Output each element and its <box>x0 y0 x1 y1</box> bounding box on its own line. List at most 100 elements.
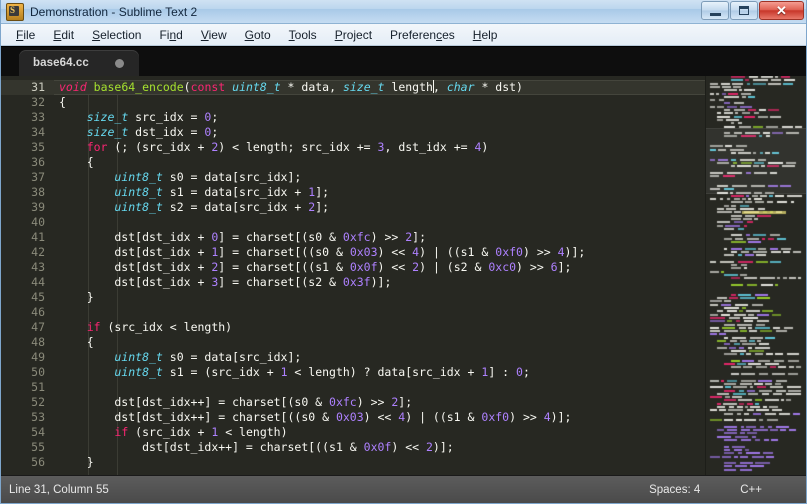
menu-item-project[interactable]: Project <box>326 26 381 44</box>
code-token: 0x3f <box>343 275 371 289</box>
code-line[interactable]: size_t src_idx = 0; <box>54 110 705 125</box>
line-number: 36 <box>1 155 54 170</box>
line-number: 39 <box>1 200 54 215</box>
code-token: s1 = (src_idx + <box>163 365 281 379</box>
code-token: uint8_t <box>114 350 162 364</box>
tab-base64-cc[interactable]: base64.cc <box>19 50 139 76</box>
code-token: { <box>59 155 94 169</box>
code-token <box>59 125 87 139</box>
code-line[interactable]: size_t dst_idx = 0; <box>54 125 705 140</box>
line-number: 44 <box>1 275 54 290</box>
menu-item-selection[interactable]: Selection <box>83 26 150 44</box>
code-token: } <box>59 290 94 304</box>
code-token: s2 = data[src_idx + <box>163 200 308 214</box>
line-number: 53 <box>1 410 54 425</box>
menu-item-help[interactable]: Help <box>464 26 507 44</box>
code-line[interactable]: dst[dst_idx++] = charset[((s1 & 0x0f) <<… <box>54 440 705 455</box>
code-line[interactable]: dst[dst_idx++] = charset[((s0 & 0x03) <<… <box>54 410 705 425</box>
code-line[interactable]: } <box>54 455 705 470</box>
line-number: 54 <box>1 425 54 440</box>
code-token: uint8_t <box>114 185 162 199</box>
code-token <box>87 80 94 94</box>
minimize-button[interactable] <box>701 1 729 20</box>
line-number: 35 <box>1 140 54 155</box>
code-token <box>59 365 114 379</box>
line-number: 55 <box>1 440 54 455</box>
minimize-icon <box>710 10 721 16</box>
code-line[interactable]: dst[dst_idx + 0] = charset[(s0 & 0xfc) >… <box>54 230 705 245</box>
code-token: s0 = data[src_idx]; <box>163 170 301 184</box>
menu-item-file[interactable]: File <box>7 26 44 44</box>
code-line[interactable]: if (src_idx + 1 < length) <box>54 425 705 440</box>
line-number: 51 <box>1 380 54 395</box>
code-line[interactable] <box>54 380 705 395</box>
code-line[interactable]: uint8_t s0 = data[src_idx]; <box>54 350 705 365</box>
code-line[interactable]: { <box>54 335 705 350</box>
code-token: ] = charset[((s1 & <box>218 260 350 274</box>
code-token: size_t <box>87 110 129 124</box>
code-token: s0 = data[src_idx]; <box>163 350 301 364</box>
code-line[interactable]: uint8_t s0 = data[src_idx]; <box>54 170 705 185</box>
code-token: dst[dst_idx++] = charset[((s1 & <box>59 440 364 454</box>
code-token: ]; <box>558 260 572 274</box>
code-token: ] = charset[(s0 & <box>218 230 343 244</box>
code-line[interactable]: } <box>54 290 705 305</box>
code-token: )]; <box>371 275 392 289</box>
code-line[interactable]: dst[dst_idx + 3] = charset[(s2 & 0x3f)]; <box>54 275 705 290</box>
code-line[interactable]: { <box>54 155 705 170</box>
code-token: 0x03 <box>350 245 378 259</box>
menu-item-edit[interactable]: Edit <box>44 26 83 44</box>
code-token: if <box>87 320 101 334</box>
code-view[interactable]: void base64_encode(const uint8_t * data,… <box>54 76 705 475</box>
line-number: 46 <box>1 305 54 320</box>
line-number: 41 <box>1 230 54 245</box>
code-token: { <box>59 95 66 109</box>
code-line[interactable]: for (; (src_idx + 2) < length; src_idx +… <box>54 140 705 155</box>
line-number-gutter: 3132333435363738394041424344454647484950… <box>1 76 54 475</box>
code-line[interactable]: { <box>54 95 705 110</box>
code-line[interactable] <box>54 215 705 230</box>
indentation-status[interactable]: Spaces: 4 <box>629 484 720 496</box>
code-token: 4 <box>544 410 551 424</box>
code-token: ; <box>211 110 218 124</box>
code-line[interactable]: dst[dst_idx + 1] = charset[((s0 & 0x03) … <box>54 245 705 260</box>
code-token: 4 <box>558 245 565 259</box>
line-number: 33 <box>1 110 54 125</box>
code-line[interactable]: void base64_encode(const uint8_t * data,… <box>54 80 705 95</box>
language-status[interactable]: C++ <box>720 484 806 496</box>
code-line[interactable]: uint8_t s1 = data[src_idx + 1]; <box>54 185 705 200</box>
line-number: 50 <box>1 365 54 380</box>
code-token: const <box>191 80 226 94</box>
menu-item-view[interactable]: View <box>192 26 236 44</box>
code-line[interactable]: dst[dst_idx + 2] = charset[((s1 & 0x0f) … <box>54 260 705 275</box>
menu-item-find[interactable]: Find <box>150 26 191 44</box>
title-bar: Demonstration - Sublime Text 2 ✕ <box>1 0 806 24</box>
code-token: ]; <box>315 200 329 214</box>
line-number: 48 <box>1 335 54 350</box>
code-token <box>59 170 114 184</box>
line-number: 49 <box>1 350 54 365</box>
code-token: if <box>114 425 128 439</box>
code-token: size_t <box>87 125 129 139</box>
code-token: )]; <box>551 410 572 424</box>
minimap-viewport[interactable] <box>706 128 806 194</box>
close-button[interactable]: ✕ <box>759 1 804 20</box>
code-token: dst[dst_idx++] = charset[(s0 & <box>59 395 329 409</box>
code-line[interactable] <box>54 305 705 320</box>
code-token: ( <box>184 80 191 94</box>
menu-bar: FileEditSelectionFindViewGotoToolsProjec… <box>1 24 806 46</box>
code-token: 0 <box>516 365 523 379</box>
menu-item-tools[interactable]: Tools <box>280 26 326 44</box>
menu-item-preferences[interactable]: Preferences <box>381 26 464 44</box>
menu-item-goto[interactable]: Goto <box>236 26 280 44</box>
code-token: length <box>384 80 432 94</box>
code-token: ) >> <box>509 410 544 424</box>
minimap[interactable] <box>705 76 806 475</box>
maximize-button[interactable] <box>730 1 758 20</box>
code-token: ) | ((s1 & <box>419 245 495 259</box>
code-line[interactable]: uint8_t s2 = data[src_idx + 2]; <box>54 200 705 215</box>
tab-dirty-indicator-icon[interactable] <box>115 59 124 68</box>
code-line[interactable]: if (src_idx < length) <box>54 320 705 335</box>
code-line[interactable]: uint8_t s1 = (src_idx + 1 < length) ? da… <box>54 365 705 380</box>
code-line[interactable]: dst[dst_idx++] = charset[(s0 & 0xfc) >> … <box>54 395 705 410</box>
